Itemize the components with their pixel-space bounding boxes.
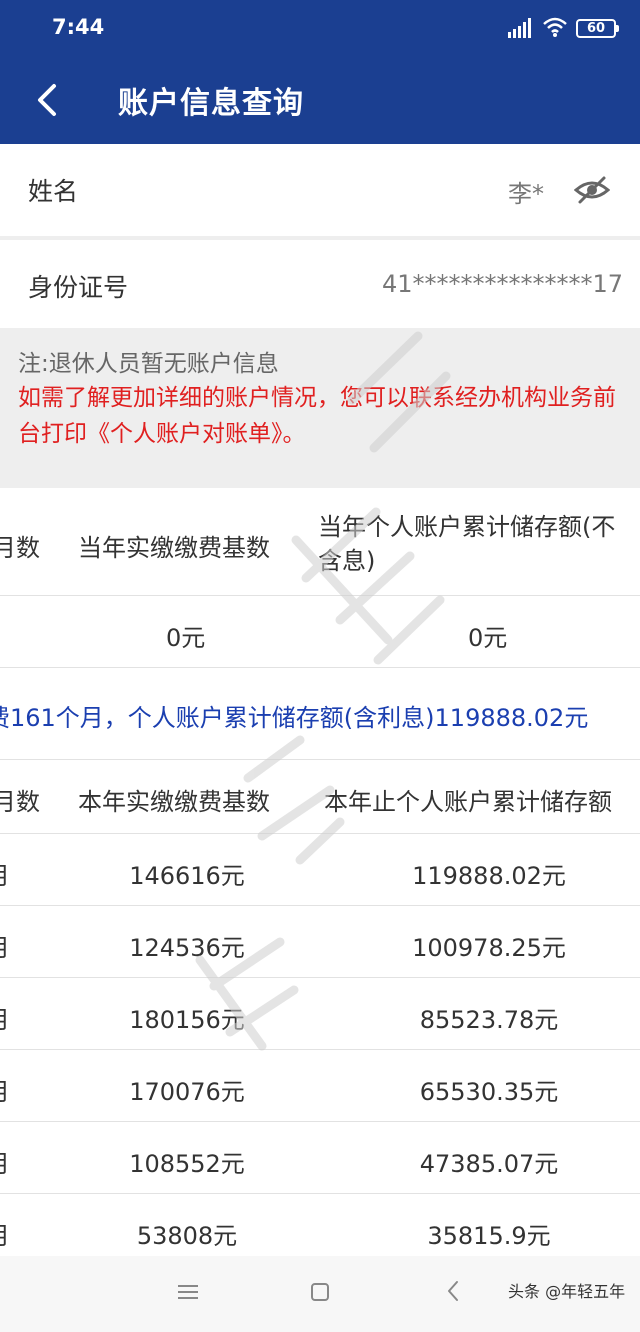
table1-balance-value: 0元	[468, 624, 508, 652]
signal-icon	[508, 18, 531, 38]
row-balance: 119888.02元	[412, 862, 566, 890]
table1-header-balance: 当年个人账户累计储存额(不含息)	[318, 513, 616, 575]
row-balance: 47385.07元	[419, 1150, 559, 1178]
row-base: 170076元	[129, 1078, 245, 1106]
table2-header-months: 月数	[0, 788, 40, 816]
row-base: 146616元	[129, 862, 245, 890]
row-base: 180156元	[129, 1006, 245, 1034]
status-time: 7:44	[52, 15, 105, 39]
row-months: 月	[0, 1072, 10, 1107]
name-row: 姓名 李*	[0, 144, 640, 236]
table1-base-value: 0元	[166, 624, 206, 652]
id-value: 41***************17	[382, 270, 624, 298]
id-row: 身份证号 41***************17	[0, 240, 640, 328]
table-row: 月 53808元 35815.9元	[0, 1194, 640, 1256]
home-icon[interactable]	[311, 1283, 329, 1301]
row-balance: 85523.78元	[419, 1006, 559, 1034]
back-arrow-icon[interactable]	[32, 80, 62, 120]
row-months: 月	[0, 1216, 10, 1251]
row-balance: 100978.25元	[412, 934, 566, 962]
row-base: 124536元	[129, 934, 245, 962]
table-row: 月 170076元 65530.35元	[0, 1050, 640, 1122]
row-months: 月	[0, 1144, 10, 1179]
row-balance: 35815.9元	[427, 1222, 551, 1250]
row-months: 月	[0, 856, 10, 891]
name-value: 李*	[508, 180, 544, 208]
table1-header-base: 当年实缴缴费基数	[78, 534, 270, 562]
watermark-text: 头条 @年轻五年	[508, 1282, 626, 1301]
nav-back-icon[interactable]	[446, 1280, 460, 1302]
menu-icon[interactable]	[178, 1284, 198, 1300]
name-label: 姓名	[28, 177, 79, 206]
wifi-icon	[543, 17, 567, 37]
table1-header-months: 月数	[0, 534, 40, 562]
row-base: 108552元	[129, 1150, 245, 1178]
id-label: 身份证号	[28, 273, 129, 302]
table1-row: 0元 0元	[0, 596, 640, 668]
eye-hidden-icon[interactable]	[574, 174, 610, 206]
summary-text: 费161个月，个人账户累计储存额(含利息)119888.02元	[0, 704, 589, 732]
app-header: 账户信息查询	[0, 56, 640, 144]
battery-icon: 60	[576, 19, 619, 38]
table2-header-base: 本年实缴缴费基数	[78, 788, 270, 816]
table-row: 月 180156元 85523.78元	[0, 978, 640, 1050]
row-balance: 65530.35元	[419, 1078, 559, 1106]
table-row: 月 146616元 119888.02元	[0, 834, 640, 906]
notice-gray-text: 注:退休人员暂无账户信息	[18, 351, 279, 377]
table2-header-balance: 本年止个人账户累计储存额	[324, 788, 612, 816]
notice-red-text: 如需了解更加详细的账户情况，您可以联系经办机构业务前台打印《个人账户对账单》。	[18, 385, 616, 447]
page-title: 账户信息查询	[118, 86, 304, 121]
table2-header: 月数 本年实缴缴费基数 本年止个人账户累计储存额	[0, 760, 640, 834]
system-nav-bar: 头条 @年轻五年	[0, 1256, 640, 1332]
notice-box: 注:退休人员暂无账户信息 如需了解更加详细的账户情况，您可以联系经办机构业务前台…	[0, 328, 640, 488]
summary-line: 费161个月，个人账户累计储存额(含利息)119888.02元	[0, 668, 640, 760]
row-base: 53808元	[136, 1222, 238, 1250]
table-row: 月 108552元 47385.07元	[0, 1122, 640, 1194]
table1-header: 月数 当年实缴缴费基数 当年个人账户累计储存额(不含息)	[0, 488, 640, 596]
row-months: 月	[0, 1000, 10, 1035]
status-bar: 7:44 60	[0, 0, 640, 56]
row-months: 月	[0, 928, 10, 963]
table-row: 月 124536元 100978.25元	[0, 906, 640, 978]
